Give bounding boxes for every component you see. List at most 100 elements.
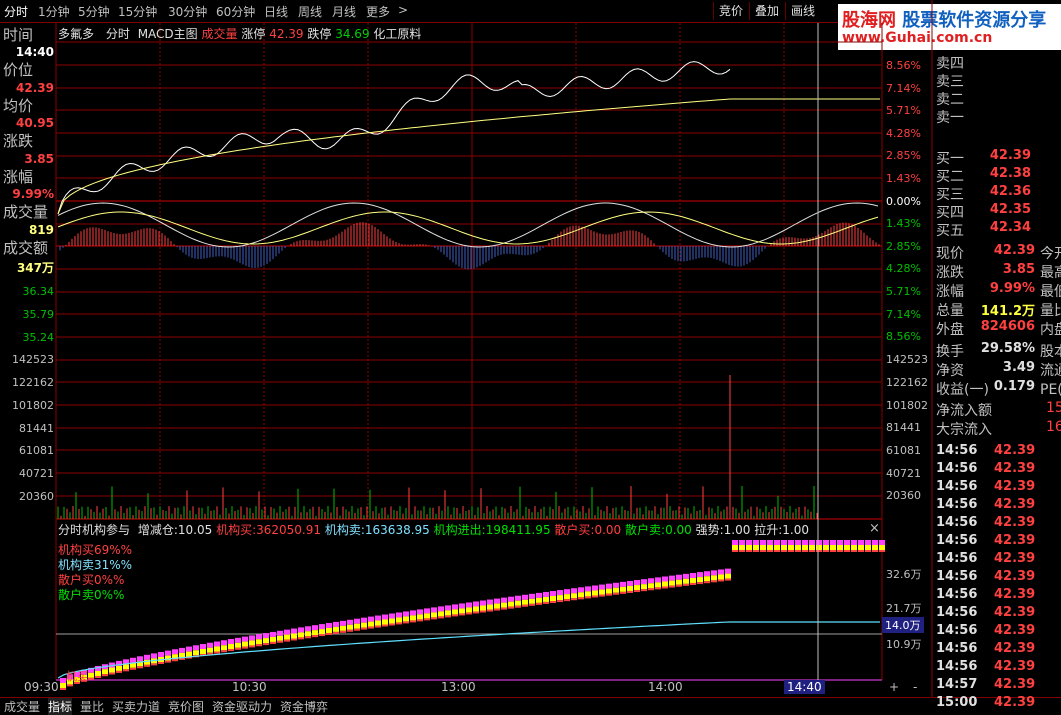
tick-time: 14:56 (936, 461, 978, 476)
vol-axis-right-5: 40721 (886, 467, 921, 480)
pct-axis-11: 7.14% (886, 308, 921, 321)
tick-time: 14:56 (936, 569, 978, 584)
tab-auction-chart[interactable]: 竞价图 (168, 698, 204, 715)
quote-row-price: 现价42.39今开 (936, 243, 1061, 262)
time-axis: 09:30 10:30 13:00 14:00 14:40 + - (0, 680, 933, 696)
buy-5-row[interactable]: 买五 42.34 (936, 220, 1061, 239)
time-tick-1300: 13:00 (441, 680, 476, 694)
pct-axis-4: 2.85% (886, 149, 921, 162)
time-tick-0930: 09:30 (24, 680, 59, 694)
tab-indicator[interactable]: 指标 (48, 698, 73, 715)
zoom-in-button[interactable]: + (889, 680, 899, 694)
pull-value: 1.00 (782, 523, 809, 537)
pct-axis-0: 8.56% (886, 59, 921, 72)
tab-buy-sell-force[interactable]: 买卖力道 (112, 698, 160, 715)
macd-dea-line (57, 211, 879, 245)
tick-price: 42.39 (994, 533, 1036, 548)
tab-capital-game[interactable]: 资金博弈 (280, 698, 328, 715)
tab-volume-ratio[interactable]: 量比 (80, 698, 104, 715)
amount-value: 347万 (16, 261, 54, 275)
tick-price: 42.39 (994, 497, 1036, 512)
block-inflow-row: 大宗流入 16 (936, 419, 1061, 438)
tick-time: 14:56 (936, 659, 978, 674)
quote-row-change: 涨跌3.85最高 (936, 262, 1061, 281)
vol-axis-left-5: 40721 (19, 467, 54, 480)
vol-axis-right-4: 61081 (886, 444, 921, 457)
tick-time: 14:56 (936, 479, 978, 494)
price-axis-left-low-2: 35.24 (22, 331, 55, 344)
volume-tag: 成交量 (201, 27, 238, 41)
tick-row: 14:56 42.39 (936, 551, 1061, 569)
sub-axis-cursor: 14.0万 (882, 617, 924, 633)
legend-retail-sell: 散户卖0%% (58, 588, 125, 602)
inst-net-label: 机构进出: (433, 523, 486, 537)
tick-row: 14:56 42.39 (936, 461, 1061, 479)
vol-axis-left-2: 101802 (12, 399, 54, 412)
vol-axis-left-1: 122162 (12, 376, 54, 389)
pct-axis-7: 1.43% (886, 217, 921, 230)
sub-indicator-bar: 分时机构参与 增减仓:10.05 机构买:362050.91 机构卖:16363… (58, 521, 809, 538)
vol-axis-right-3: 81441 (886, 421, 921, 434)
vol-axis-left-3: 81441 (19, 422, 54, 435)
tick-row: 14:56 42.39 (936, 605, 1061, 623)
change-value: 3.85 (24, 152, 54, 166)
sub-title[interactable]: 分时机构参与 (58, 523, 130, 537)
tick-row: 14:56 42.39 (936, 587, 1061, 605)
tick-time: 14:56 (936, 533, 978, 548)
pct-axis-12: 8.56% (886, 330, 921, 343)
tab-capital-drive[interactable]: 资金驱动力 (212, 698, 272, 715)
tick-price: 42.39 (994, 587, 1036, 602)
price-label: 价位 (3, 61, 34, 79)
buy-2-row[interactable]: 买二 42.38 (936, 166, 1061, 185)
price-value: 42.39 (16, 81, 54, 95)
buy-3-row[interactable]: 买三 42.36 (936, 184, 1061, 203)
tick-price: 42.39 (994, 623, 1036, 638)
macd-dif-line (57, 202, 879, 248)
quote-row-outer: 外盘824606内盘 (936, 319, 1061, 338)
close-icon[interactable]: × (869, 521, 880, 536)
tick-time: 14:56 (936, 551, 978, 566)
tick-row: 14:56 42.39 (936, 569, 1061, 587)
chart-grid (55, 0, 933, 697)
pct-axis-8: 2.85% (886, 240, 921, 253)
tick-row: 14:56 42.39 (936, 533, 1061, 551)
tab-volume[interactable]: 成交量 (4, 698, 40, 715)
tick-price: 42.39 (994, 659, 1036, 674)
sell-3-row: 卖三 (936, 74, 964, 90)
zoom-out-button[interactable]: - (913, 680, 917, 694)
indicator-label[interactable]: MACD主图 (138, 27, 198, 41)
tick-row: 14:56 42.39 (936, 623, 1061, 641)
tick-row: 15:00 42.39 (936, 695, 1061, 713)
buy-1-row[interactable]: 买一 42.39 (936, 148, 1061, 167)
limit-up-label: 涨停 (241, 27, 266, 41)
avg-label: 均价 (3, 97, 34, 115)
stock-name[interactable]: 多氟多 (58, 27, 94, 41)
inst-net-value: 198411.95 (485, 523, 551, 537)
time-tick-1030: 10:30 (232, 680, 267, 694)
change-label: 涨跌 (3, 132, 34, 150)
time-label: 时间 (3, 26, 34, 44)
tick-row: 14:56 42.39 (936, 443, 1061, 461)
tick-price: 42.39 (994, 677, 1036, 692)
tick-row: 14:56 42.39 (936, 497, 1061, 515)
pct-axis-1: 7.14% (886, 82, 921, 95)
tick-price: 42.39 (994, 551, 1036, 566)
vol-axis-left-6: 20360 (19, 490, 54, 503)
strength-label: 强势: (695, 523, 724, 537)
tick-price: 42.39 (994, 695, 1036, 710)
quote-row-netasset: 净资3.49流通 (936, 360, 1061, 379)
buy-4-row[interactable]: 买四 42.35 (936, 202, 1061, 221)
limit-down-value: 34.69 (335, 27, 370, 41)
mode-label: 分时 (105, 27, 130, 41)
pct-axis-2: 5.71% (886, 104, 921, 117)
indicator-tabs: 成交量 指标 量比 买卖力道 竞价图 资金驱动力 资金博弈 (0, 697, 1061, 715)
chart-canvas[interactable] (0, 0, 933, 697)
strength-value: 1.00 (723, 523, 751, 537)
tick-price: 42.39 (994, 479, 1036, 494)
pct-label: 涨幅 (3, 168, 34, 186)
tick-row: 14:56 42.39 (936, 659, 1061, 677)
volume-bars (57, 375, 818, 519)
tick-time: 14:56 (936, 605, 978, 620)
tick-price: 42.39 (994, 569, 1036, 584)
volume-label: 成交量 (3, 203, 49, 221)
